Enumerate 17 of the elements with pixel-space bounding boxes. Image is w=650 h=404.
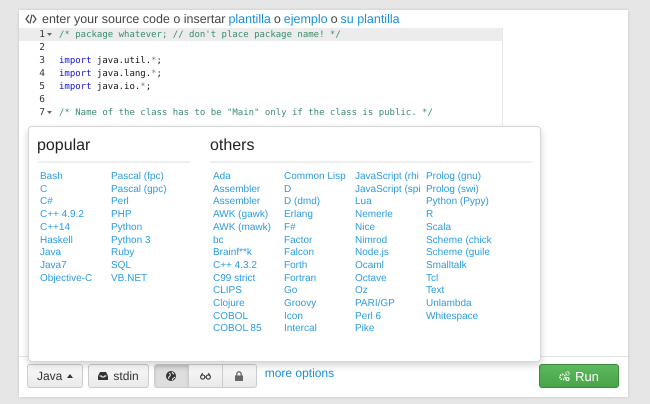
line-number: 1	[39, 29, 45, 40]
line-number: 6	[39, 94, 45, 105]
header-text: o	[274, 12, 281, 26]
header-text: o	[330, 12, 338, 26]
section-heading: others	[210, 137, 532, 163]
line-number: 2	[39, 42, 45, 53]
header-text: enter your source code o insertar	[42, 12, 226, 26]
line-number: 5	[39, 81, 45, 92]
code-line: import java.io.*;	[59, 82, 152, 92]
section-heading: popular	[37, 137, 190, 163]
code-line: /* Name of the class has to be "Main" only if the class is public. */	[59, 108, 433, 118]
line-number: 3	[39, 55, 45, 66]
code-line: /* package whatever; // don't place package name! */	[59, 30, 341, 40]
code-line: import java.lang.*;	[59, 68, 162, 78]
code-line: import java.util.*;	[59, 56, 162, 66]
line-number: 4	[39, 68, 45, 79]
line-number: 7	[39, 107, 45, 118]
